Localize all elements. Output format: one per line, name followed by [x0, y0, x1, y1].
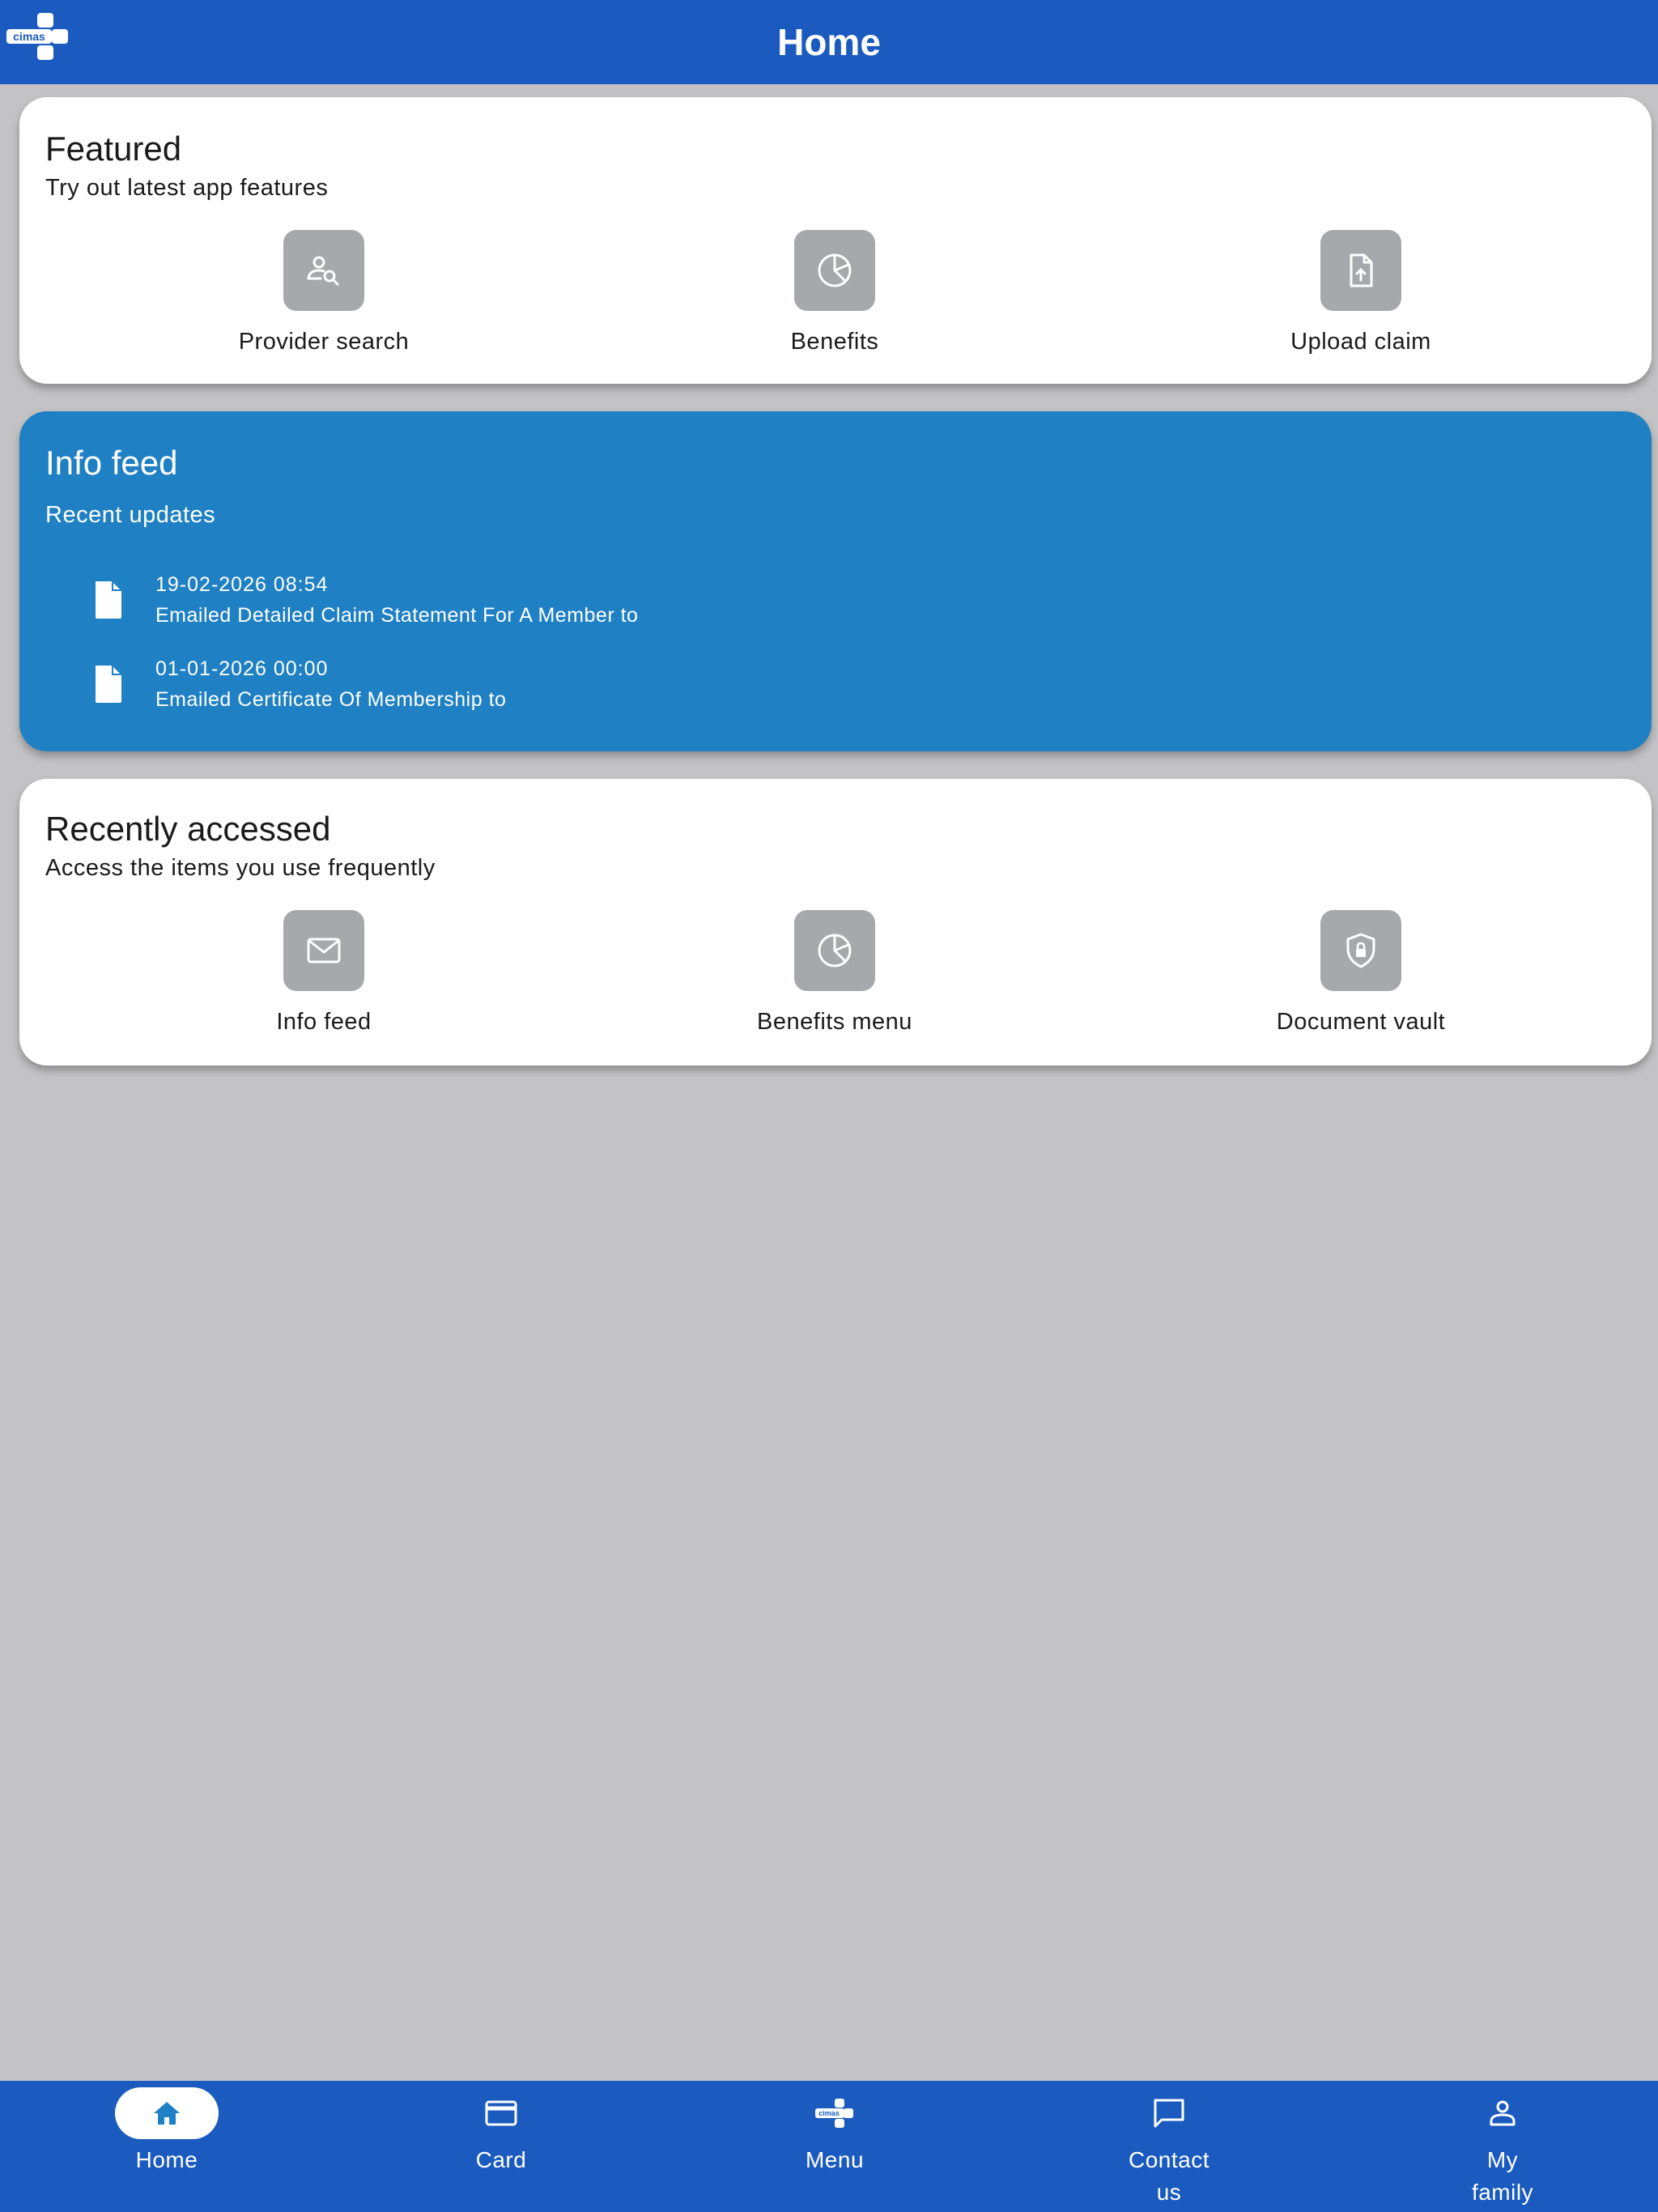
info-feed-subtitle: Recent updates [45, 502, 216, 528]
cimas-logo-icon: cimas [815, 2099, 853, 2128]
credit-card-icon [485, 2100, 517, 2126]
pie-chart-icon [818, 934, 852, 968]
bottom-navigation: Home Card cimas Menu Contact us My famil… [0, 2081, 1658, 2212]
nav-my-family[interactable]: My family [1381, 2081, 1624, 2212]
benefits-label: Benefits [790, 329, 879, 355]
info-feed-label: Info feed [276, 1009, 372, 1035]
info-feed-title: Info feed [45, 444, 178, 482]
featured-card: Featured Try out latest app features Pro… [19, 97, 1652, 384]
document-vault-label: Document vault [1276, 1009, 1446, 1035]
upload-claim-label: Upload claim [1290, 329, 1431, 355]
featured-subtitle: Try out latest app features [45, 175, 329, 201]
feed-item-text: Emailed Certificate Of Membership to [155, 688, 507, 711]
person-icon [1490, 2100, 1516, 2126]
mail-icon [307, 938, 341, 963]
nav-contact-us-label: Contact us [1129, 2147, 1209, 2205]
document-vault-tile[interactable]: Document vault [1150, 910, 1571, 1036]
chat-bubble-icon [1154, 2099, 1184, 2128]
nav-card[interactable]: Card [380, 2081, 623, 2212]
feed-item-date: 19-02-2026 08:54 [155, 573, 329, 596]
svg-text:cimas: cimas [13, 30, 45, 43]
feed-item-text: Emailed Detailed Claim Statement For A M… [155, 604, 639, 627]
info-feed-tile[interactable]: Info feed [113, 910, 534, 1036]
page-title: Home [777, 21, 881, 63]
shield-lock-icon [1346, 933, 1375, 968]
feed-item[interactable]: 01-01-2026 00:00 Emailed Certificate Of … [68, 657, 1039, 722]
nav-my-family-label: My family [1471, 2147, 1534, 2205]
feed-item[interactable]: 19-02-2026 08:54 Emailed Detailed Claim … [68, 573, 1039, 638]
top-app-bar: cimas Home [0, 0, 1658, 84]
provider-search-label: Provider search [238, 329, 410, 355]
featured-title: Featured [45, 130, 182, 168]
pie-chart-icon [818, 253, 852, 287]
info-feed-card: Info feed Recent updates 19-02-2026 08:5… [19, 411, 1652, 751]
document-icon [96, 666, 121, 703]
upload-file-icon [1350, 253, 1373, 287]
recently-accessed-card: Recently accessed Access the items you u… [19, 779, 1652, 1066]
nav-menu[interactable]: cimas Menu [713, 2081, 956, 2212]
upload-claim-tile[interactable]: Upload claim [1150, 230, 1571, 355]
nav-contact-us[interactable]: Contact us [1048, 2081, 1290, 2212]
cimas-logo-icon[interactable]: cimas [6, 11, 68, 62]
nav-card-label: Card [475, 2147, 527, 2172]
nav-menu-label: Menu [805, 2147, 865, 2172]
benefits-menu-label: Benefits menu [757, 1009, 912, 1035]
provider-search-icon [307, 256, 339, 286]
feed-item-date: 01-01-2026 00:00 [155, 657, 329, 680]
svg-text:cimas: cimas [818, 2109, 840, 2117]
home-icon [154, 2102, 180, 2125]
recently-accessed-subtitle: Access the items you use frequently [45, 855, 436, 881]
benefits-tile[interactable]: Benefits [624, 230, 1045, 355]
benefits-menu-tile[interactable]: Benefits menu [624, 910, 1045, 1036]
nav-home-label: Home [135, 2147, 198, 2172]
nav-home[interactable]: Home [45, 2081, 288, 2212]
provider-search-tile[interactable]: Provider search [113, 230, 534, 355]
document-icon [96, 581, 121, 619]
recently-accessed-title: Recently accessed [45, 810, 331, 848]
